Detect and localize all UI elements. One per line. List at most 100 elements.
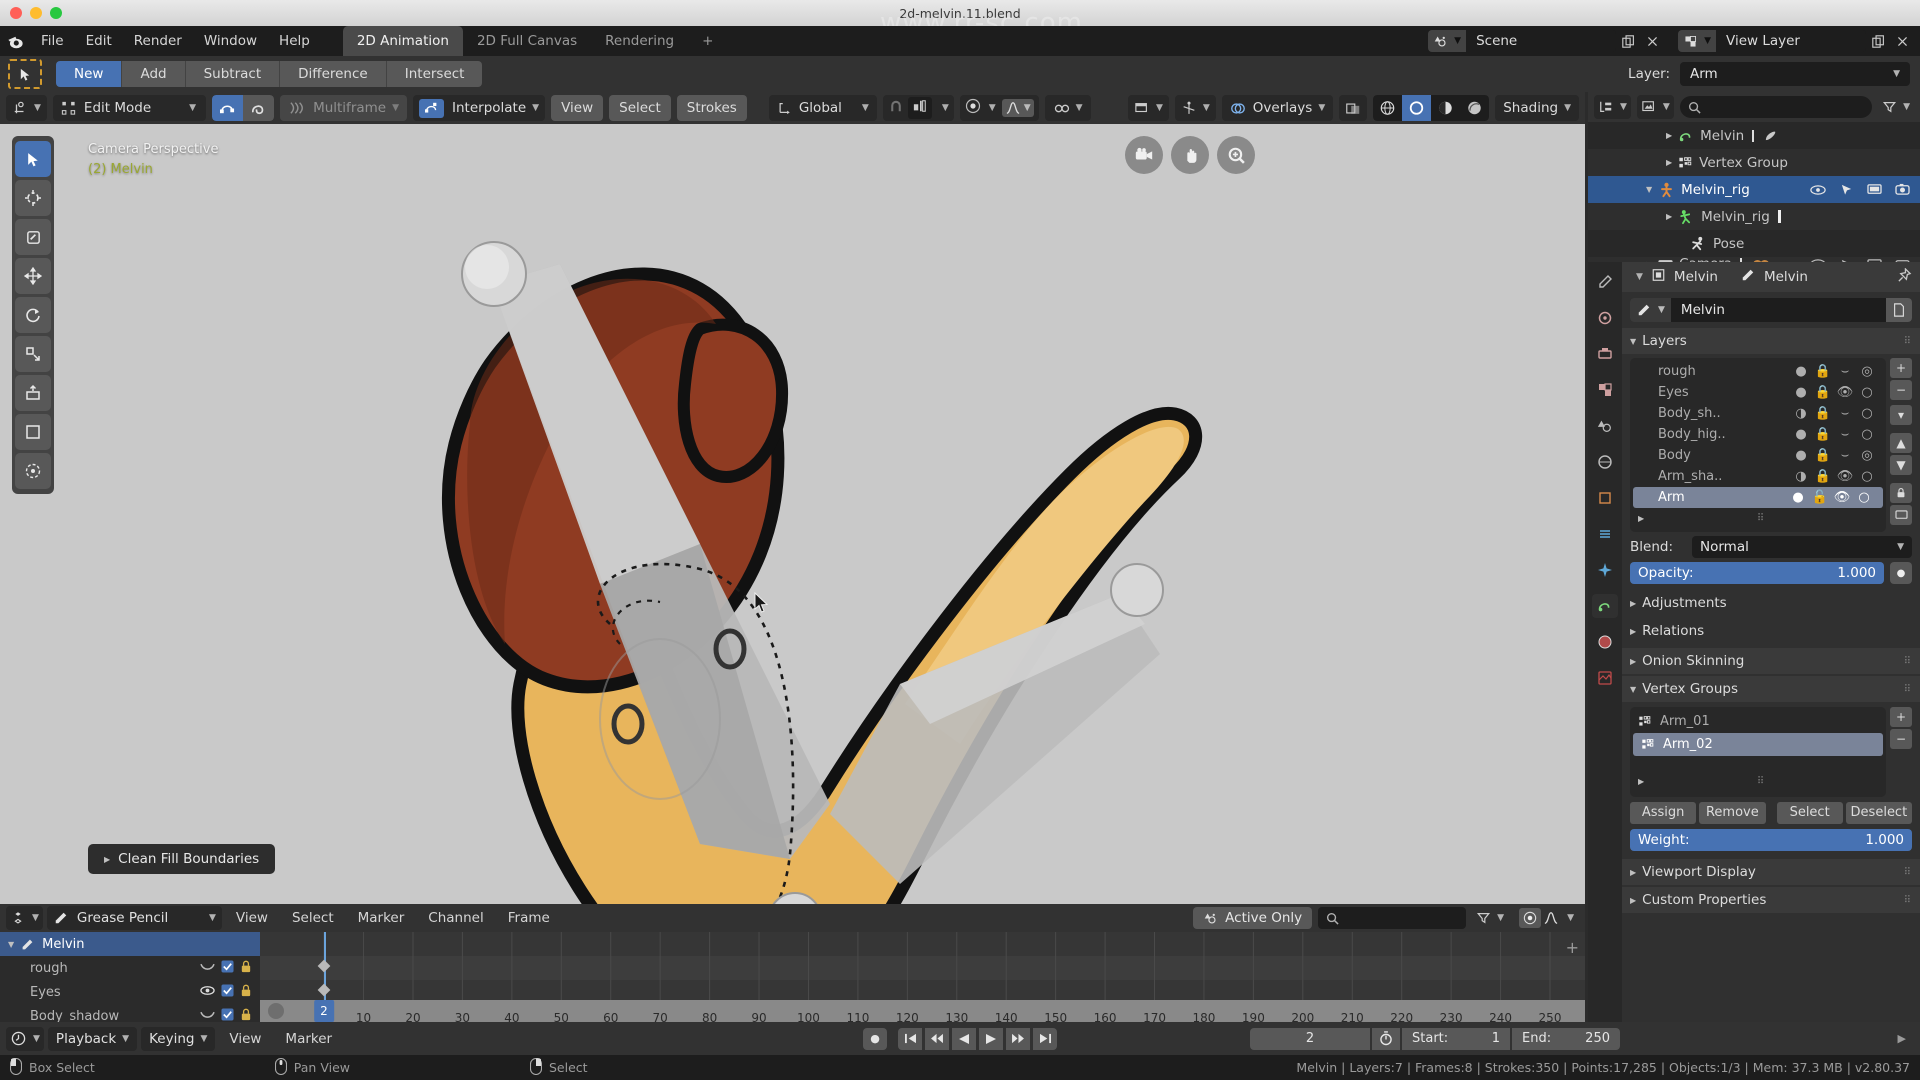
expand-sidebar-icon[interactable]: ▶ (1898, 1032, 1906, 1045)
dopesheet-menu-channel[interactable]: Channel (418, 910, 493, 926)
fill-mode-intersect[interactable]: Intersect (386, 61, 483, 87)
dopesheet-channel-list[interactable]: ▼ Melvin rough Eyes Body_shadow (0, 932, 260, 1024)
onion-circle-icon[interactable]: ○ (1853, 490, 1875, 505)
dopesheet-proportional-group[interactable]: ▼ (1514, 906, 1579, 930)
onion-circle-icon[interactable]: ○ (1856, 427, 1878, 442)
outliner-tree[interactable]: ▶ Melvin ▶ Vertex Group ▼ Melvin_rig ▶ M… (1588, 122, 1920, 271)
rotate-tool-icon[interactable] (15, 297, 51, 333)
channel-visibility-checkbox[interactable] (221, 959, 234, 977)
multiframe-toggle[interactable]: Multiframe ▼ (280, 95, 408, 121)
pin-icon[interactable] (1897, 266, 1912, 287)
expand-triangle-icon[interactable]: ▶ (1630, 627, 1636, 636)
channel-row-eyes[interactable]: Eyes (0, 980, 260, 1004)
object-tab-icon[interactable] (1592, 486, 1618, 510)
auto-keying-icon[interactable] (1372, 1027, 1400, 1050)
lock-icon[interactable]: 🔒 (1812, 364, 1834, 379)
view-layer-tab-icon[interactable] (1592, 378, 1618, 402)
lock-icon[interactable] (240, 960, 252, 977)
expand-triangle-icon[interactable]: ▶ (1630, 896, 1636, 905)
vertex-groups-list[interactable]: Arm_01 Arm_02 ▶ ⠿ (1630, 707, 1886, 797)
monitor-icon[interactable] (1860, 183, 1888, 196)
rendered-icon[interactable] (1460, 95, 1490, 121)
properties-tab-column[interactable] (1588, 262, 1622, 1055)
menu-file[interactable]: File (30, 26, 75, 56)
playback-menu[interactable]: Playback ▼ (47, 1026, 138, 1051)
chevron-right-icon[interactable]: ▶ (1638, 777, 1644, 786)
datablock-name-value[interactable]: Melvin (1671, 302, 1886, 318)
wireframe-icon[interactable] (1373, 95, 1403, 121)
layer-onion-monitor-icon[interactable] (1890, 505, 1912, 525)
zoom-view-icon[interactable] (1217, 136, 1255, 174)
fill-mode-difference[interactable]: Difference (280, 61, 387, 87)
snapping-group[interactable]: ▼ (882, 95, 954, 121)
eye-icon[interactable] (200, 985, 215, 1000)
object-data-tab-icon[interactable] (1592, 594, 1618, 618)
outliner-row-pose[interactable]: Pose (1588, 230, 1920, 257)
outliner-row-vertex-group[interactable]: ▶ Vertex Group (1588, 149, 1920, 176)
layers-list-container[interactable]: rough ● 🔒 ⌣ ◎ Eyes ● 🔒 👁 ○ Body_sh.. ◑ 🔒… (1630, 358, 1912, 532)
workspace-tab-2d-animation[interactable]: 2D Animation (342, 26, 463, 56)
falloff-curve-icon[interactable]: ▼ (1001, 99, 1034, 117)
opacity-row[interactable]: Opacity: 1.000 ● (1630, 562, 1912, 584)
menu-edit[interactable]: Edit (75, 26, 123, 56)
camera-icon[interactable] (1888, 183, 1916, 196)
active-layer-dropdown[interactable]: Arm ▼ (1680, 62, 1910, 86)
playback-transport-controls[interactable]: ● (863, 1027, 1057, 1050)
view-layer-duplicate-icon[interactable] (1866, 30, 1890, 52)
layer-row-arm[interactable]: Arm ● 🔓 👁 ○ (1633, 487, 1883, 508)
overlays-dropdown[interactable]: Overlays ▼ (1221, 95, 1334, 121)
vertex-groups-side-buttons[interactable]: + − (1890, 707, 1912, 797)
layer-row-rough[interactable]: rough ● 🔒 ⌣ ◎ (1630, 361, 1886, 382)
workspace-add-tab[interactable]: + (688, 26, 727, 56)
properties-editor[interactable]: ▼ Melvin Melvin ▼ Melvin ▼ Layers ⠿ roug… (1588, 262, 1920, 1055)
dopesheet-editor[interactable]: ▼ Grease Pencil ▼ View Select Marker Cha… (0, 904, 1585, 1025)
vertex-group-actions[interactable]: Assign Remove Select Deselect (1630, 802, 1912, 824)
onion-dot-icon[interactable]: ● (1790, 385, 1812, 400)
layer-row-body-highlight[interactable]: Body_hig.. ● 🔒 ⌣ ○ (1630, 424, 1886, 445)
menu-help[interactable]: Help (268, 26, 321, 56)
view-layer-close-icon[interactable] (1890, 30, 1914, 52)
vertex-groups-list-container[interactable]: Arm_01 Arm_02 ▶ ⠿ + − (1630, 707, 1912, 797)
layers-panel-header[interactable]: ▼ Layers ⠿ (1622, 328, 1920, 354)
channel-row-melvin[interactable]: ▼ Melvin (0, 932, 260, 956)
layer-specials-button[interactable]: ▾ (1890, 405, 1912, 425)
collapse-triangle-icon[interactable]: ▼ (1630, 685, 1636, 694)
chevron-right-icon[interactable]: ▶ (1638, 514, 1644, 523)
scene-name-field[interactable]: Scene (1466, 30, 1617, 52)
layer-row-body[interactable]: Body ● 🔒 ⌣ ◎ (1630, 445, 1886, 466)
render-tab-icon[interactable] (1592, 306, 1618, 330)
viewport-toolbar[interactable] (12, 136, 54, 494)
play-reverse-icon[interactable] (952, 1027, 976, 1050)
breadcrumb-data-name[interactable]: Melvin (1764, 269, 1808, 285)
outliner-editor[interactable]: ▼ ▼ ▼ ▶ Melvin ▶ Vertex Group ▼ Melvin_r… (1588, 92, 1920, 271)
keying-menu[interactable]: Keying ▼ (141, 1026, 216, 1051)
timeline-menu-marker[interactable]: Marker (275, 1031, 342, 1047)
outliner-display-mode-icon[interactable]: ▼ (1594, 95, 1631, 119)
expand-triangle-icon[interactable]: ▶ (1666, 131, 1672, 140)
end-frame-field[interactable]: End: 250 (1512, 1027, 1620, 1050)
proportional-editing-group[interactable]: ▼ ▼ (959, 95, 1039, 121)
viewport-menu-select[interactable]: Select (609, 95, 671, 121)
mask-curve-icon[interactable]: ⌣ (1834, 427, 1856, 442)
workspace-tab-rendering[interactable]: Rendering (591, 26, 688, 56)
move-tool-icon[interactable] (15, 258, 51, 294)
onion-double-icon[interactable]: ◎ (1856, 364, 1878, 379)
fill-mode-new[interactable]: New (56, 61, 123, 87)
gpencil-select-mode-group[interactable] (212, 95, 275, 121)
workspace-tab-2d-full-canvas[interactable]: 2D Full Canvas (463, 26, 591, 56)
deselect-button[interactable]: Deselect (1845, 802, 1912, 824)
outliner-search-input[interactable] (1679, 96, 1873, 118)
collapse-triangle-icon[interactable]: ▼ (1646, 185, 1652, 194)
lock-icon[interactable]: 🔒 (1812, 448, 1834, 463)
snap-target-icon[interactable] (907, 97, 932, 119)
list-grip-icon[interactable]: ⠿ (1757, 513, 1765, 524)
blender-logo-icon[interactable] (0, 26, 30, 56)
weight-row[interactable]: Weight: 1.000 (1630, 829, 1912, 851)
expand-triangle-icon[interactable]: ▶ (1666, 158, 1672, 167)
dopesheet-keyframe-area[interactable]: 10 20 30 40 50 60 70 80 90 100 110 120 130 140 150 160 1… (260, 932, 1585, 1025)
falloff-curve-icon[interactable] (1543, 911, 1559, 925)
viewport-display-panel-header[interactable]: ▶ Viewport Display ⠿ (1622, 859, 1920, 885)
vertex-group-row-arm-02[interactable]: Arm_02 (1633, 733, 1883, 756)
world-tab-icon[interactable] (1592, 450, 1618, 474)
timeline-ruler[interactable]: 10 20 30 40 50 60 70 80 90 100 110 120 130 140 150 160 1… (260, 1000, 1585, 1025)
